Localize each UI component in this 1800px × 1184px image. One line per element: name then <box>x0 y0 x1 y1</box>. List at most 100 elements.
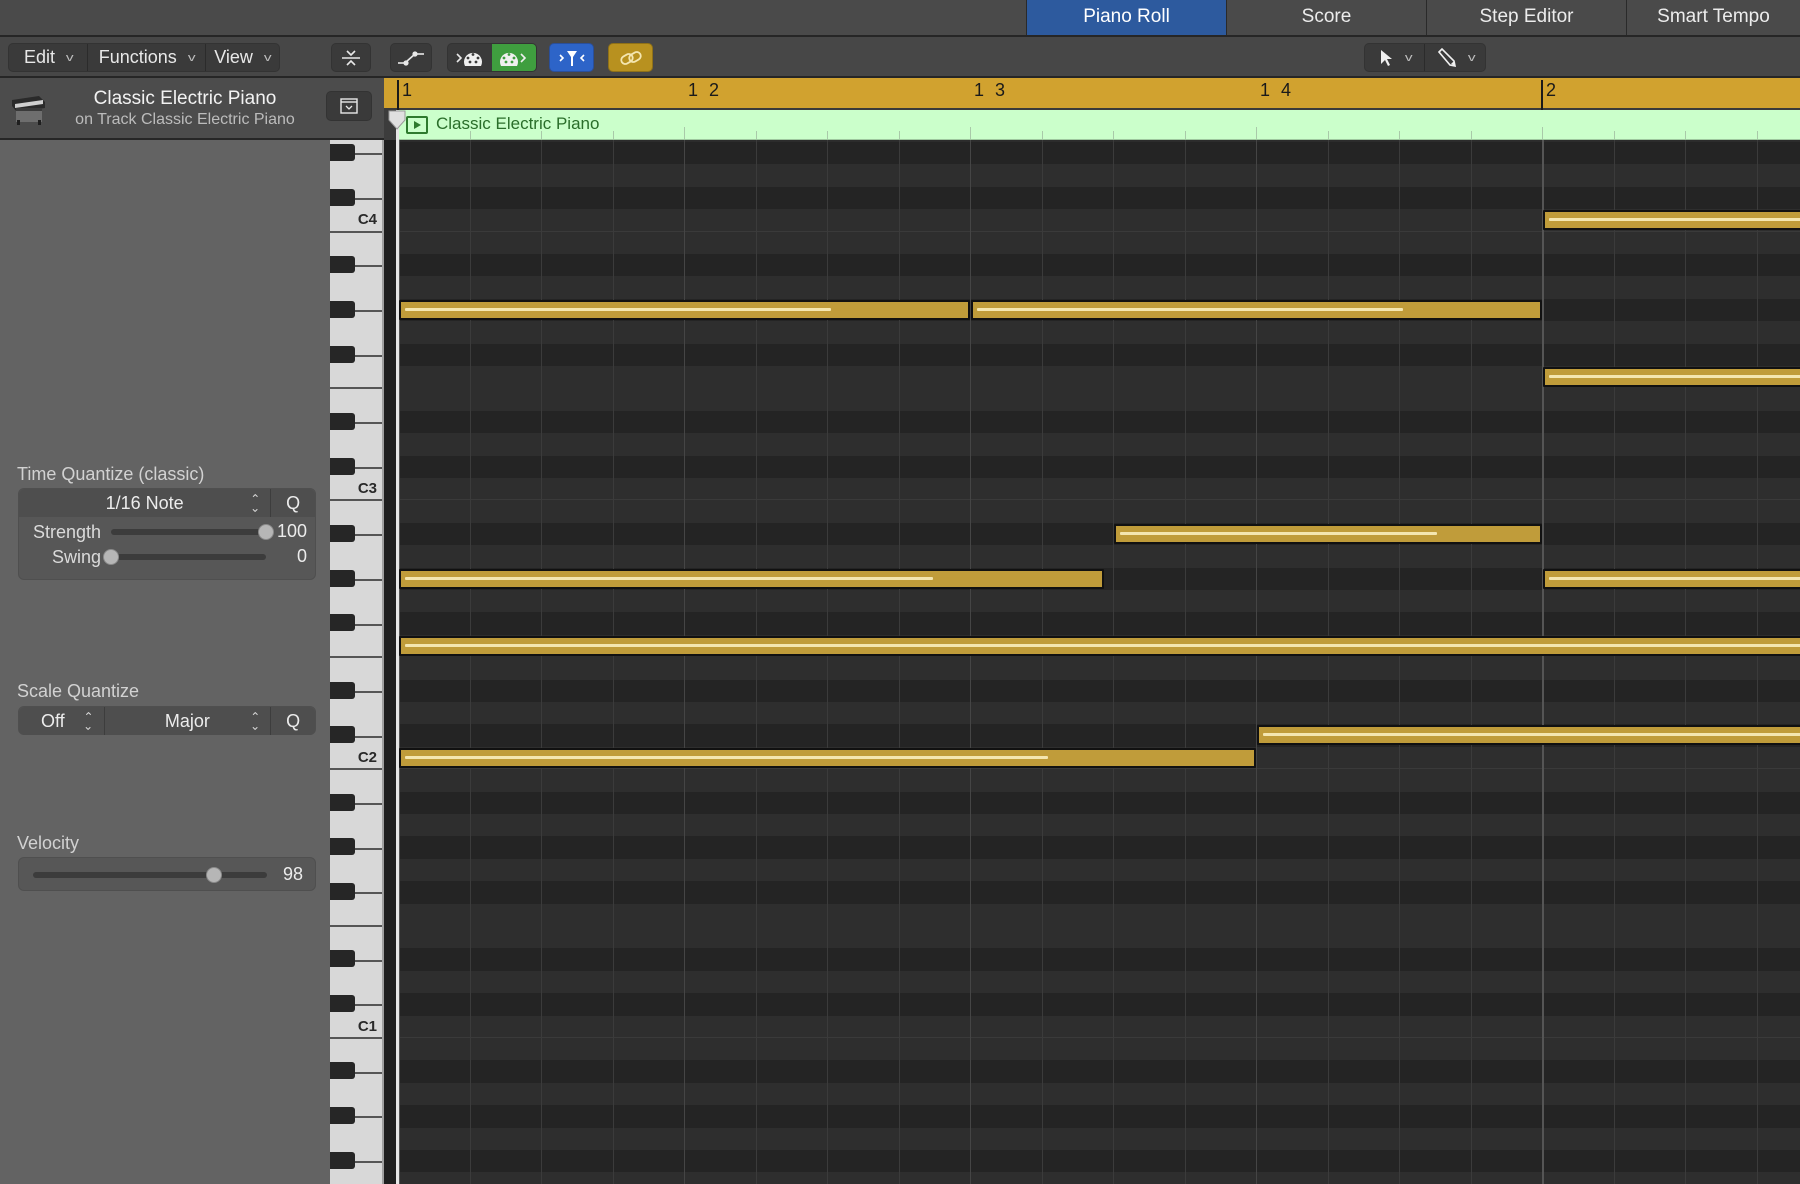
region-tick <box>827 131 828 139</box>
region-tick <box>1256 127 1257 139</box>
tool-group: v v <box>1364 43 1486 72</box>
white-key-divider <box>355 1004 382 1007</box>
catch-playhead-button[interactable] <box>549 43 594 72</box>
tab-score[interactable]: Score <box>1226 0 1426 35</box>
black-key[interactable] <box>330 793 355 811</box>
view-menu[interactable]: View v <box>206 44 279 71</box>
automation-button[interactable] <box>390 43 432 72</box>
midi-note[interactable] <box>399 568 1105 589</box>
midi-note[interactable] <box>1543 210 1800 231</box>
ruler-mark-label: 1 3 <box>974 80 1009 100</box>
black-key[interactable] <box>330 614 355 632</box>
black-key[interactable] <box>330 1107 355 1125</box>
note-velocity-line <box>405 755 1048 759</box>
strength-row: Strength 100 <box>19 521 315 543</box>
region-header[interactable]: Classic Electric Piano <box>398 110 1800 140</box>
grid-line <box>541 140 542 1184</box>
tab-step-editor[interactable]: Step Editor <box>1426 0 1626 35</box>
black-key[interactable] <box>330 1152 355 1169</box>
grid-line <box>898 140 900 1184</box>
time-quantize-select-row: 1/16 Note ⌃ ⌃ Q <box>19 489 315 517</box>
black-key[interactable] <box>330 995 355 1013</box>
midi-note[interactable] <box>1543 367 1800 387</box>
black-key[interactable] <box>330 412 355 430</box>
inspector-toggle-button[interactable] <box>326 91 372 121</box>
white-key-divider <box>355 265 382 268</box>
pencil-tool-menu[interactable]: v <box>1425 44 1485 71</box>
tab-piano-roll[interactable]: Piano Roll <box>1026 0 1226 35</box>
white-key-divider <box>355 466 382 469</box>
link-button[interactable] <box>608 43 653 72</box>
collapse-button[interactable] <box>331 43 371 72</box>
ruler-bar-line <box>397 80 399 110</box>
region-play-icon <box>406 116 428 134</box>
velocity-slider-thumb[interactable] <box>205 867 222 883</box>
white-key-divider <box>330 230 382 233</box>
black-key[interactable] <box>330 883 355 901</box>
pitch-row <box>398 791 1800 814</box>
scale-quantize-q-button[interactable]: Q <box>271 707 315 735</box>
midi-in-button[interactable] <box>448 44 492 71</box>
midi-note[interactable] <box>1257 725 1800 746</box>
edit-menu[interactable]: Edit v <box>9 44 89 71</box>
pitch-row <box>398 948 1800 971</box>
swing-row: Swing 0 <box>19 546 315 568</box>
pitch-row <box>398 321 1800 344</box>
scale-root-select[interactable]: Off ⌃ ⌃ <box>19 707 105 735</box>
time-quantize-value: 1/16 Note <box>105 492 184 513</box>
black-key[interactable] <box>330 524 355 542</box>
grid-line <box>1613 140 1615 1184</box>
midi-note[interactable] <box>1543 568 1800 589</box>
pointer-tool-icon <box>1380 49 1392 66</box>
bar-ruler[interactable]: 1 1 2 1 3 1 4 2 <box>384 78 1800 110</box>
midi-note[interactable] <box>1114 523 1542 544</box>
black-key[interactable] <box>330 569 355 587</box>
black-key[interactable] <box>330 457 355 475</box>
functions-menu[interactable]: Functions v <box>88 44 206 71</box>
grid-line <box>1542 140 1544 1184</box>
white-key-divider <box>355 802 382 805</box>
grid-line <box>1113 140 1114 1184</box>
midi-out-button[interactable] <box>492 44 536 71</box>
pointer-tool-menu[interactable]: v <box>1365 44 1426 71</box>
black-key[interactable] <box>330 681 355 699</box>
note-velocity-line <box>405 643 1800 647</box>
chevron-down-icon: v <box>263 51 272 64</box>
black-key[interactable] <box>330 256 355 273</box>
time-quantize-select[interactable]: 1/16 Note ⌃ ⌃ <box>19 489 272 517</box>
black-key[interactable] <box>330 950 355 968</box>
black-key[interactable] <box>330 838 355 856</box>
link-icon <box>619 50 642 65</box>
black-key[interactable] <box>330 144 355 161</box>
pitch-row <box>398 142 1800 165</box>
playhead[interactable] <box>388 110 406 1184</box>
grid-line <box>1184 140 1186 1184</box>
black-key[interactable] <box>330 300 355 318</box>
white-key-divider <box>355 422 382 424</box>
midi-note[interactable] <box>399 299 970 320</box>
white-key-divider <box>355 690 382 693</box>
midi-note[interactable] <box>399 747 1256 768</box>
black-key[interactable] <box>330 188 355 206</box>
note-velocity-line <box>1263 733 1800 737</box>
strength-slider[interactable] <box>111 529 266 535</box>
scale-type-value: Major <box>164 710 210 731</box>
swing-slider[interactable] <box>111 554 266 560</box>
piano-roll-grid[interactable] <box>398 140 1800 1184</box>
swing-value: 0 <box>296 546 307 566</box>
black-key[interactable] <box>330 726 355 744</box>
playhead-handle-icon[interactable] <box>388 110 406 130</box>
midi-note[interactable] <box>399 635 1800 656</box>
scale-type-select[interactable]: Major ⌃ ⌃ <box>105 707 272 735</box>
piano-keyboard[interactable]: C4 C3 C2 C1 <box>330 140 384 1184</box>
time-quantize-label: Time Quantize (classic) <box>17 464 205 484</box>
swing-slider-thumb[interactable] <box>103 549 119 565</box>
black-key[interactable] <box>330 1062 355 1080</box>
black-key[interactable] <box>330 345 355 363</box>
pitch-row <box>398 993 1800 1016</box>
tab-smart-tempo[interactable]: Smart Tempo <box>1626 0 1800 35</box>
midi-note[interactable] <box>971 299 1542 320</box>
velocity-slider[interactable] <box>33 872 267 878</box>
time-quantize-q-button[interactable]: Q <box>271 489 315 517</box>
white-key-divider <box>355 354 382 357</box>
